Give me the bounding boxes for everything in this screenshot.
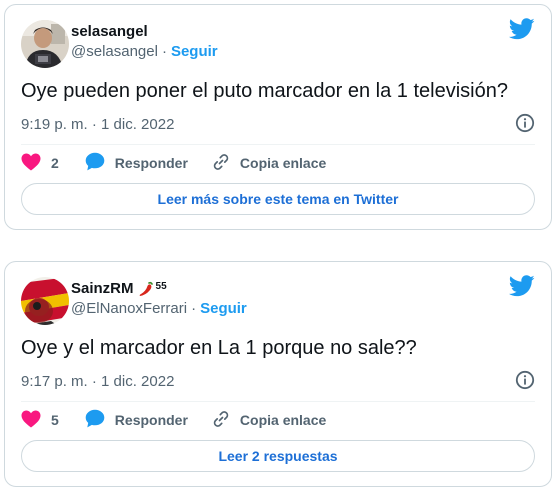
display-name[interactable]: SainzRM bbox=[71, 279, 134, 299]
info-icon[interactable] bbox=[515, 113, 535, 138]
copy-link-label: Copia enlace bbox=[239, 412, 327, 428]
tweet-card[interactable]: SainzRM 55 @ElNanoxFerrari · Seguir Oye … bbox=[4, 261, 552, 487]
heart-icon bbox=[21, 410, 41, 431]
copy-link-button[interactable]: Copia enlace bbox=[212, 153, 326, 174]
tweet-text: Oye pueden poner el puto marcador en la … bbox=[21, 80, 508, 102]
display-name[interactable]: selasangel bbox=[71, 22, 218, 42]
heart-icon bbox=[21, 153, 41, 174]
reply-button[interactable]: Responder bbox=[85, 152, 188, 174]
avatar[interactable] bbox=[21, 20, 69, 68]
speech-bubble-icon bbox=[85, 152, 105, 174]
read-more-button[interactable]: Leer más sobre este tema en Twitter bbox=[21, 183, 535, 215]
tweet-card[interactable]: selasangel @selasangel · Seguir Oye pued… bbox=[4, 4, 552, 230]
tweet-text: Oye y el marcador en La 1 porque no sale… bbox=[21, 337, 417, 359]
badge-count: 55 bbox=[155, 281, 167, 292]
twitter-bird-icon[interactable] bbox=[508, 275, 535, 302]
like-count: 2 bbox=[51, 155, 59, 171]
link-icon bbox=[212, 410, 230, 431]
reply-button[interactable]: Responder bbox=[85, 409, 188, 431]
read-replies-button[interactable]: Leer 2 respuestas bbox=[21, 440, 535, 472]
like-button[interactable]: 2 bbox=[21, 153, 59, 174]
chili-pepper-icon: 55 bbox=[138, 281, 167, 297]
avatar[interactable] bbox=[21, 277, 69, 325]
divider bbox=[21, 144, 535, 145]
timestamp[interactable]: 9:19 p. m. · 1 dic. 2022 bbox=[21, 115, 174, 135]
follow-button[interactable]: Seguir bbox=[171, 42, 218, 62]
handle[interactable]: @ElNanoxFerrari bbox=[71, 299, 187, 319]
reply-label: Responder bbox=[114, 155, 188, 171]
info-icon[interactable] bbox=[515, 370, 535, 395]
copy-link-label: Copia enlace bbox=[239, 155, 327, 171]
like-button[interactable]: 5 bbox=[21, 410, 59, 431]
timestamp[interactable]: 9:17 p. m. · 1 dic. 2022 bbox=[21, 372, 174, 392]
twitter-bird-icon[interactable] bbox=[508, 18, 535, 45]
handle[interactable]: @selasangel bbox=[71, 42, 158, 62]
copy-link-button[interactable]: Copia enlace bbox=[212, 410, 326, 431]
separator: · bbox=[191, 300, 197, 317]
like-count: 5 bbox=[51, 412, 59, 428]
link-icon bbox=[212, 153, 230, 174]
separator: · bbox=[161, 43, 167, 60]
divider bbox=[21, 401, 535, 402]
follow-button[interactable]: Seguir bbox=[200, 299, 247, 319]
reply-label: Responder bbox=[114, 412, 188, 428]
speech-bubble-icon bbox=[85, 409, 105, 431]
